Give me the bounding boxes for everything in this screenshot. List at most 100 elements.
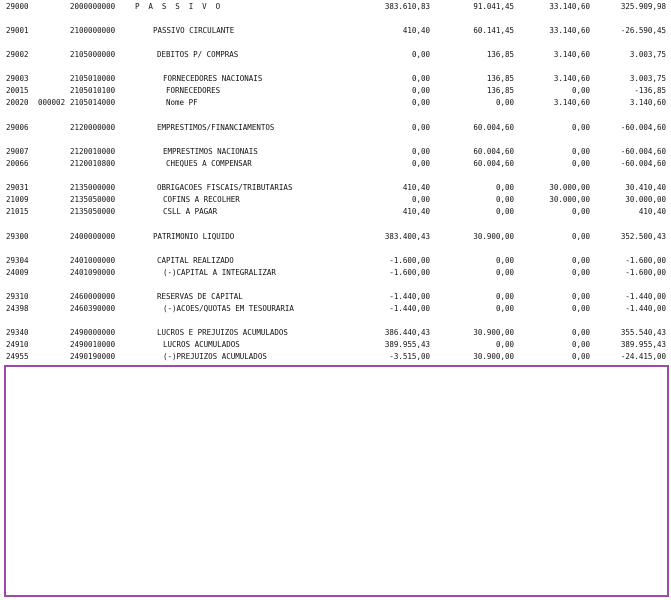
value-column-3: 30.000,00 [549, 195, 590, 204]
report-row: 29001 2100000000 PASSIVO CIRCULANTE 410,40 6… [0, 26, 671, 36]
value-column-3: 0,00 [571, 123, 590, 132]
value-column-3: 3.140,60 [553, 50, 590, 59]
account-id: 29300 [6, 232, 29, 241]
value-column-2: 0,00 [495, 340, 514, 349]
account-code: 2100000000 [70, 26, 116, 35]
value-column-4: 355.540,43 [620, 328, 666, 337]
value-column-3: 0,00 [571, 340, 590, 349]
report-row: 29002 2105000000 DEBITOS P/ COMPRAS 0,00 136… [0, 50, 671, 60]
report-row: 20015 2105010100 FORNECEDORES 0,00 136,85 0,0… [0, 86, 671, 96]
report-row: 24009 2401090000 (-)CAPITAL A INTEGRALIZAR… [0, 268, 671, 278]
account-id: 24009 [6, 268, 29, 277]
value-column-2: 30.900,00 [473, 328, 514, 337]
value-column-4: -24.415,00 [620, 352, 666, 361]
value-column-1: -1.440,00 [389, 292, 430, 301]
value-column-1: 383.400,43 [384, 232, 430, 241]
value-column-2: 0,00 [495, 292, 514, 301]
value-column-4: -1.440,00 [625, 304, 666, 313]
account-code: 2105010000 [70, 74, 116, 83]
account-description: (-)PREJUIZOS ACUMULADOS [163, 352, 267, 361]
value-column-1: 410,40 [402, 26, 430, 35]
value-column-4: -1.600,00 [625, 268, 666, 277]
value-column-2: 136,85 [486, 74, 514, 83]
report-row: 29000 2000000000 P A S S I V O 383.610,83 91… [0, 2, 671, 12]
account-code: 2400000000 [70, 232, 116, 241]
value-column-4: -60.004,60 [620, 123, 666, 132]
report-row: 29006 2120000000 EMPRESTIMOS/FINANCIAMENTO… [0, 123, 671, 133]
account-description: CAPITAL REALIZADO [157, 256, 234, 265]
value-column-4: 30.000,00 [625, 195, 666, 204]
value-column-1: -1.440,00 [389, 304, 430, 313]
report-row: 20066 2120010800 CHEQUES A COMPENSAR 0,00 60… [0, 159, 671, 169]
value-column-3: 0,00 [571, 352, 590, 361]
value-column-3: 0,00 [571, 268, 590, 277]
account-code: 2105014000 [70, 98, 116, 107]
value-column-1: 0,00 [411, 50, 430, 59]
account-code: 2120000000 [70, 123, 116, 132]
value-column-1: 0,00 [411, 86, 430, 95]
account-id: 20066 [6, 159, 29, 168]
account-id: 29031 [6, 183, 29, 192]
value-column-2: 0,00 [495, 304, 514, 313]
account-description: CHEQUES A COMPENSAR [166, 159, 252, 168]
value-column-2: 136,85 [486, 86, 514, 95]
account-id: 29006 [6, 123, 29, 132]
value-column-1: 410,40 [402, 207, 430, 216]
account-id: 24955 [6, 352, 29, 361]
account-code: 2105010100 [70, 86, 116, 95]
account-description: EMPRESTIMOS NACIONAIS [163, 147, 258, 156]
account-description: FORNECEDORES NACIONAIS [163, 74, 263, 83]
value-column-1: 0,00 [411, 123, 430, 132]
account-description: (-)ACOES/QUOTAS EM TESOURARIA [163, 304, 294, 313]
account-description: CSLL A PAGAR [163, 207, 218, 216]
account-description: RESERVAS DE CAPITAL [157, 292, 243, 301]
value-column-2: 91.041,45 [473, 2, 514, 11]
account-id: 24910 [6, 340, 29, 349]
account-code: 2490010000 [70, 340, 116, 349]
account-description: Nome PF [166, 98, 198, 107]
value-column-4: 3.140,60 [629, 98, 666, 107]
report-row: 24910 2490010000 LUCROS ACUMULADOS 389.955,… [0, 340, 671, 350]
value-column-3: 0,00 [571, 207, 590, 216]
account-code: 2460390000 [70, 304, 116, 313]
value-column-2: 0,00 [495, 207, 514, 216]
value-column-1: -3.515,00 [389, 352, 430, 361]
account-id: 29310 [6, 292, 29, 301]
value-column-2: 0,00 [495, 183, 514, 192]
value-column-3: 0,00 [571, 159, 590, 168]
value-column-3: 33.140,60 [549, 2, 590, 11]
value-column-2: 0,00 [495, 98, 514, 107]
account-code: 2000000000 [70, 2, 116, 11]
account-id: 29304 [6, 256, 29, 265]
value-column-2: 30.900,00 [473, 232, 514, 241]
value-column-1: 0,00 [411, 195, 430, 204]
account-description: DEBITOS P/ COMPRAS [157, 50, 239, 59]
value-column-2: 136,85 [486, 50, 514, 59]
report-row: 21009 2135050000 COFINS A RECOLHER 0,00 0,00… [0, 195, 671, 205]
account-id: 29007 [6, 147, 29, 156]
sub-code: 000002 [38, 98, 66, 107]
account-code: 2490190000 [70, 352, 116, 361]
report-row: 21015 2135050000 CSLL A PAGAR 410,40 0,00 0,0… [0, 207, 671, 217]
value-column-2: 60.004,60 [473, 147, 514, 156]
account-description: LUCROS ACUMULADOS [163, 340, 240, 349]
value-column-4: -60.004,60 [620, 147, 666, 156]
account-code: 2401000000 [70, 256, 116, 265]
value-column-4: -136,85 [634, 86, 666, 95]
account-code: 2120010000 [70, 147, 116, 156]
account-description: LUCROS E PREJUIZOS ACUMULADOS [157, 328, 288, 337]
value-column-4: 352.500,43 [620, 232, 666, 241]
value-column-3: 3.140,60 [553, 74, 590, 83]
account-id: 20015 [6, 86, 29, 95]
account-code: 2105000000 [70, 50, 116, 59]
value-column-4: -60.004,60 [620, 159, 666, 168]
account-code: 2135050000 [70, 207, 116, 216]
value-column-1: 0,00 [411, 159, 430, 168]
account-description: OBRIGACOES FISCAIS/TRIBUTARIAS [157, 183, 293, 192]
report-row: 29310 2460000000 RESERVAS DE CAPITAL -1.440… [0, 292, 671, 302]
value-column-4: -1.600,00 [625, 256, 666, 265]
value-column-2: 0,00 [495, 256, 514, 265]
report-row: 24955 2490190000 (-)PREJUIZOS ACUMULADOS -3… [0, 352, 671, 362]
value-column-4: 3.003,75 [629, 50, 666, 59]
value-column-3: 0,00 [571, 232, 590, 241]
